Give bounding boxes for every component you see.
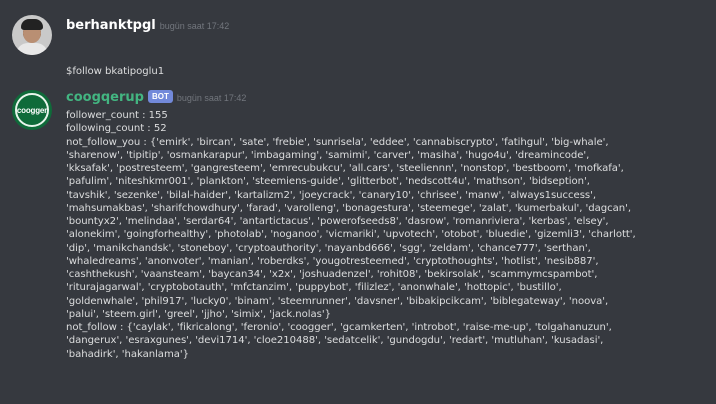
message-line: 'cashthekush', 'vaansteam', 'baycan34', … [66, 269, 598, 280]
message-line: 'dangerux', 'esraxgunes', 'devi1714', 'c… [66, 335, 604, 347]
message-line: 'goldenwhale', 'phil917', 'lucky0', 'bin… [66, 295, 609, 307]
username[interactable]: berhanktpgl [66, 18, 156, 33]
timestamp: bugün saat 17:42 [159, 21, 230, 31]
message-line: 'tavshik', 'sezenke', 'bilal-haider', 'k… [66, 189, 596, 201]
message-line: 'whaledreams', 'anonvoter', 'manian', 'r… [66, 255, 599, 267]
coogger-logo-icon: coogger [15, 93, 49, 127]
timestamp: bugün saat 17:42 [176, 93, 247, 103]
message-line: 'mahsumakbas', 'sharifchowdhury', 'farad… [66, 202, 631, 214]
message-line: 'sharenow', 'tipitip', 'osmankarapur', '… [66, 149, 590, 161]
message-line: follower_count : 155 [66, 110, 168, 121]
avatar-hair-shape [21, 19, 43, 30]
message-line: not_follow : {'caylak', 'fikricalong', '… [66, 322, 612, 333]
message-line: 'dip', 'manikchandsk', 'stoneboy', 'cryp… [66, 242, 591, 254]
message-content: follower_count : 155 following_count : 52… [66, 109, 706, 361]
bot-username[interactable]: coogqerup [66, 90, 144, 105]
message-line: 'pafulim', 'niteshkmr001', 'plankton', '… [66, 176, 590, 188]
message-header: berhanktpgl bugün saat 17:42 [66, 15, 229, 35]
message-line: $follow bkatipoglu1 [66, 65, 165, 77]
message-line: 'palui', 'steem.girl', 'greel', 'jjho', … [66, 308, 331, 320]
bot-badge: BOT [147, 90, 173, 103]
message-line: 'rituraja­garwal', 'cryptobotauth', 'mfc… [66, 282, 562, 294]
message-group: berhanktpgl bugün saat 17:42 $follow bkat… [0, 0, 716, 82]
message-line: 'kksafak', 'postresteem', 'gangresteem',… [66, 163, 624, 174]
bot-avatar[interactable]: coogger [12, 90, 52, 130]
user-avatar[interactable] [12, 15, 52, 55]
message-group: coogger coogqerup BOT bugün saat 17:42 fol… [0, 82, 716, 404]
message-line: following_count : 52 [66, 123, 167, 135]
message-line: 'alonekim', 'goingforhealthy', 'photolab… [66, 229, 636, 241]
message-line: 'bountyx2', 'melindaa', 'serdar64', 'ant… [66, 216, 609, 227]
message-header: coogqerup BOT bugün saat 17:42 [66, 87, 246, 107]
message-line: not_follow_you : {'emirk', 'bircan', 'sa… [66, 136, 609, 148]
avatar-body-shape [16, 43, 48, 55]
message-line: 'bahadirk', 'hakanlama'} [66, 348, 189, 360]
